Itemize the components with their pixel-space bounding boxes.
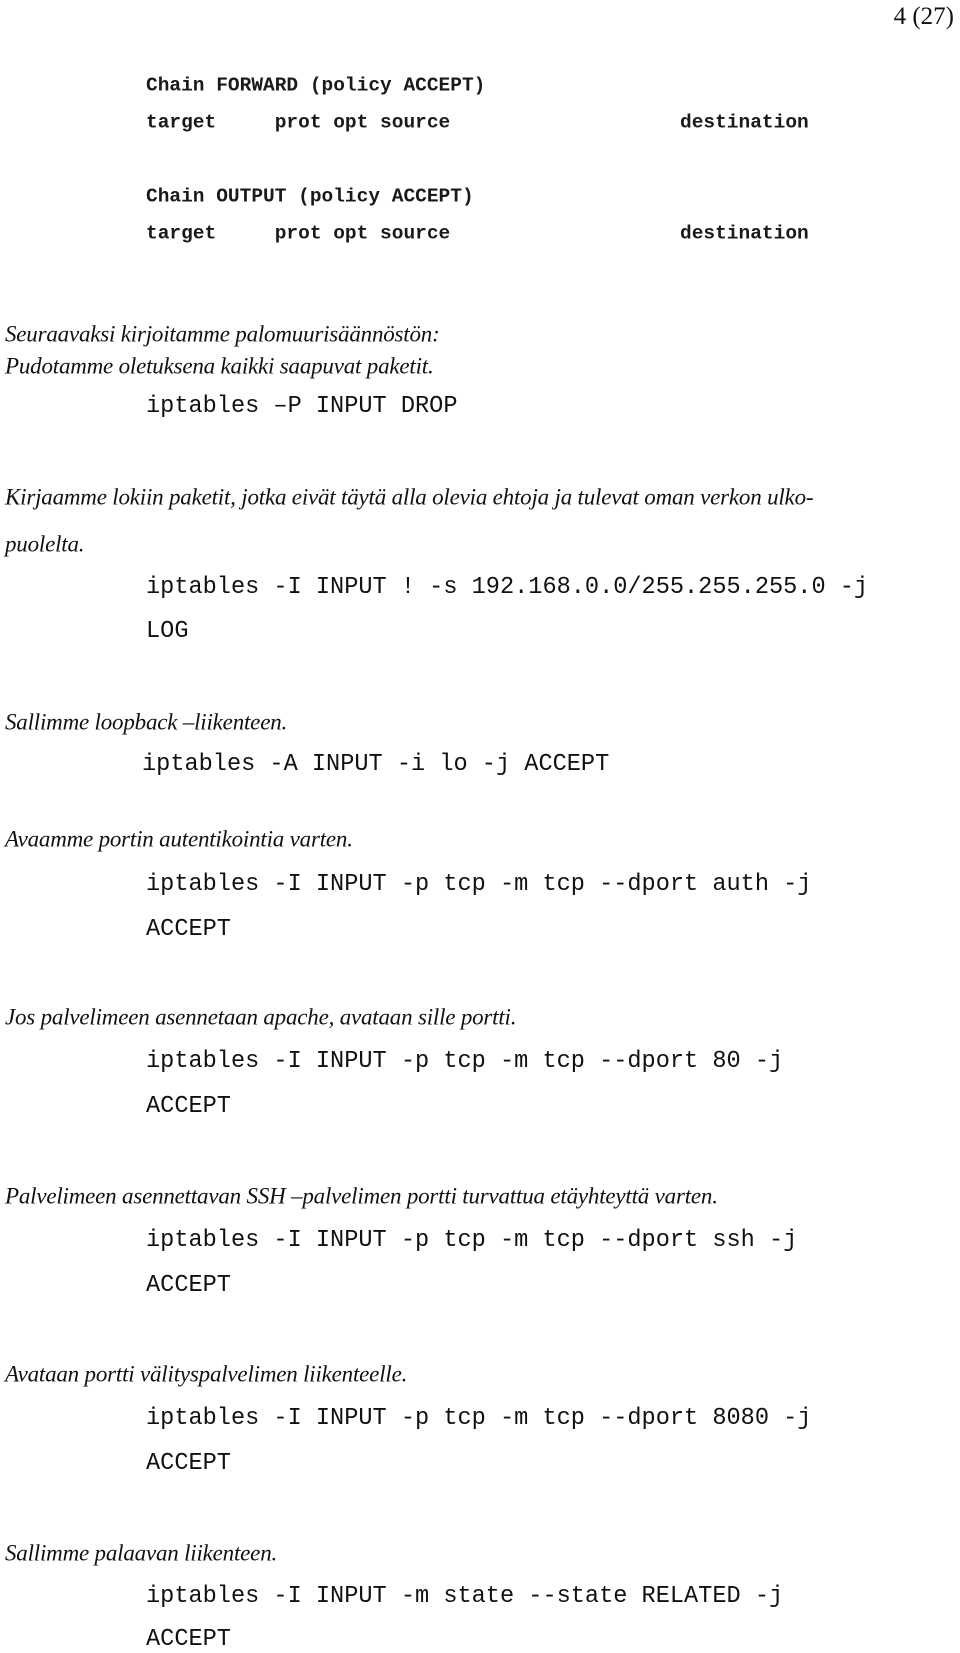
chain-forward-destination-column: destination <box>680 111 809 134</box>
rule-description: Jos palvelimeen asennetaan apache, avata… <box>5 1004 517 1030</box>
rule-command-continued: ACCEPT <box>146 1093 231 1121</box>
rule-description: Palvelimeen asennettavan SSH –palvelimen… <box>5 1183 718 1209</box>
rule-description: Sallimme loopback –liikenteen. <box>5 709 288 735</box>
rule-description: Kirjaamme lokiin paketit, jotka eivät tä… <box>5 484 814 510</box>
chain-forward-columns: target prot opt source <box>146 111 451 134</box>
rule-command: iptables -I INPUT -p tcp -m tcp --dport … <box>146 1048 784 1076</box>
chain-forward-header: Chain FORWARD (policy ACCEPT) <box>146 74 486 97</box>
rule-description: Pudotamme oletuksena kaikki saapuvat pak… <box>5 353 434 379</box>
rule-command: iptables –P INPUT DROP <box>146 393 458 421</box>
rule-command-continued: ACCEPT <box>146 916 231 944</box>
rule-description: Avaamme portin autentikointia varten. <box>5 826 353 852</box>
rule-command: iptables -A INPUT -i lo -j ACCEPT <box>142 751 610 779</box>
intro-text: Seuraavaksi kirjoitamme palomuurisäännös… <box>5 321 440 347</box>
rule-command: iptables -I INPUT -p tcp -m tcp --dport … <box>146 1405 812 1433</box>
rule-command-continued: ACCEPT <box>146 1272 231 1300</box>
rule-description: Sallimme palaavan liikenteen. <box>5 1540 278 1566</box>
chain-output-columns: target prot opt source <box>146 222 451 245</box>
rule-command: iptables -I INPUT -p tcp -m tcp --dport … <box>146 1227 798 1255</box>
rule-description-continued: puolelta. <box>5 531 85 557</box>
rule-command: iptables -I INPUT -p tcp -m tcp --dport … <box>146 871 812 899</box>
rule-command-continued: ACCEPT <box>146 1450 231 1478</box>
chain-output-destination-column: destination <box>680 222 809 245</box>
rule-description: Avataan portti välityspalvelimen liikent… <box>5 1361 408 1387</box>
rule-command: iptables -I INPUT -m state --state RELAT… <box>146 1583 784 1611</box>
rule-command: iptables -I INPUT ! -s 192.168.0.0/255.2… <box>146 574 869 602</box>
page-number: 4 (27) <box>893 3 954 30</box>
rule-command-continued: ACCEPT <box>146 1626 231 1653</box>
rule-command-continued: LOG <box>146 618 189 646</box>
chain-output-header: Chain OUTPUT (policy ACCEPT) <box>146 185 474 208</box>
